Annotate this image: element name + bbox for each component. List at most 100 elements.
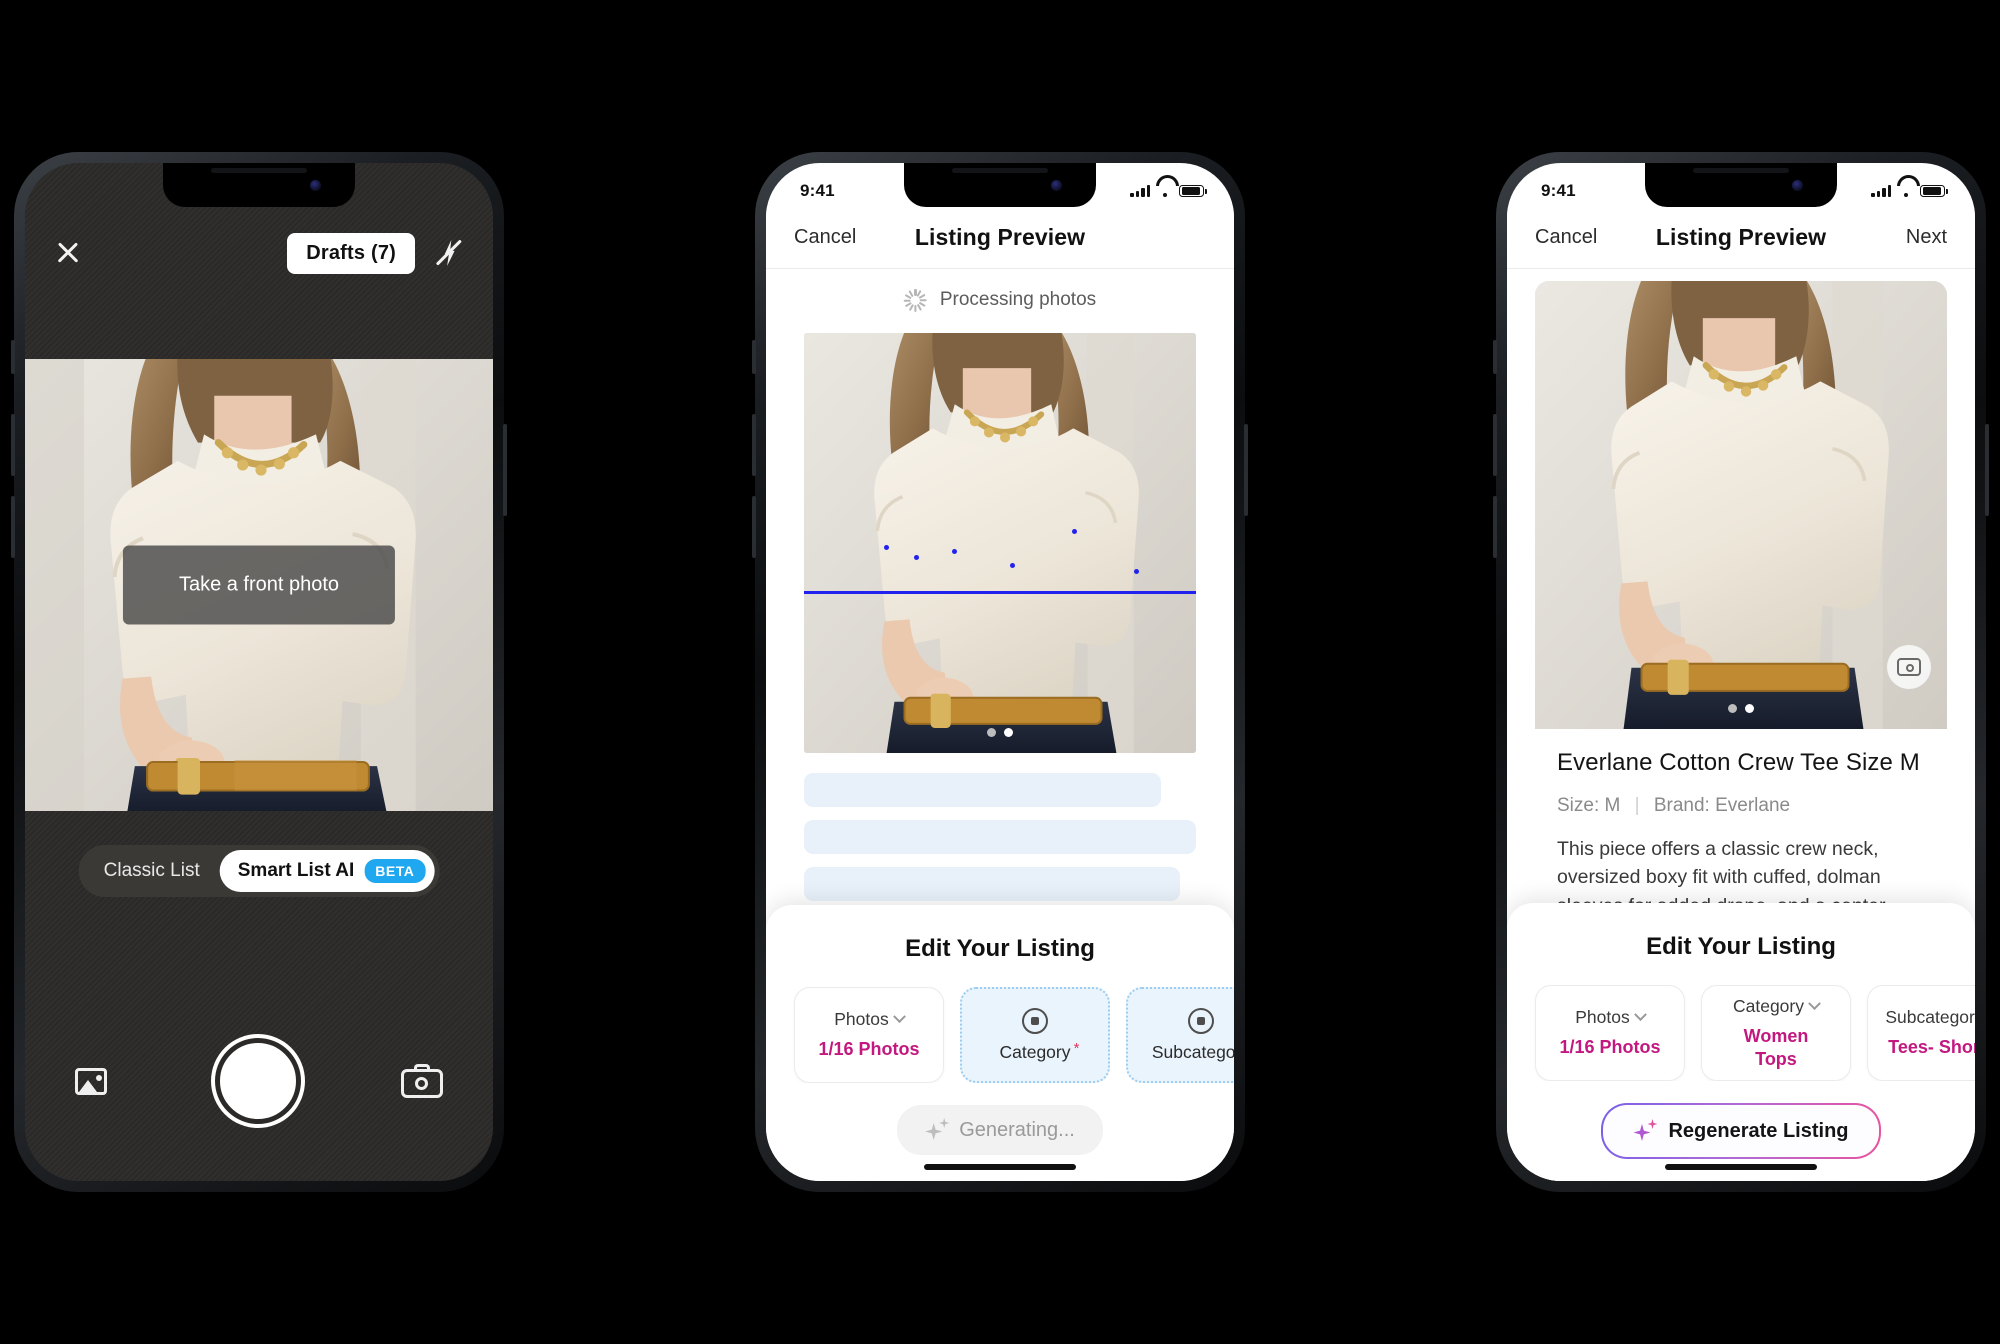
page-title: Listing Preview	[914, 224, 1086, 250]
pagination-dot	[1728, 704, 1737, 713]
next-button[interactable]: Next	[1871, 226, 1947, 249]
sparkle-icon	[925, 1118, 950, 1142]
cancel-button[interactable]: Cancel	[1535, 226, 1611, 249]
ai-scan-point	[952, 549, 957, 554]
add-target-icon	[1022, 1007, 1048, 1034]
ai-scan-point	[1072, 529, 1077, 534]
regenerate-listing-label: Regenerate Listing	[1668, 1119, 1849, 1142]
earpiece-speaker	[1693, 168, 1789, 173]
cancel-button[interactable]: Cancel	[794, 226, 870, 249]
required-asterisk: *	[1073, 1039, 1080, 1057]
gallery-icon[interactable]	[75, 1064, 115, 1098]
sparkle-icon	[1633, 1119, 1658, 1143]
battery-icon	[1179, 184, 1207, 198]
chip-subcategory[interactable]: Subcategory Tees- Short..	[1867, 985, 1975, 1081]
edit-listing-sheet: Edit Your Listing Photos 1/16 Photos Cat…	[1507, 903, 1975, 1181]
photo-pagination-dots[interactable]	[987, 728, 1013, 737]
flash-off-icon[interactable]	[433, 237, 465, 269]
camera-screen: Drafts (7) Take a front photo Classic Li…	[25, 163, 493, 1181]
sheet-title: Edit Your Listing	[905, 935, 1095, 962]
mode-smart-list-ai[interactable]: Smart List AI BETA	[219, 850, 435, 892]
pagination-dot-active	[1745, 704, 1754, 713]
chip-category[interactable]: Category *	[960, 987, 1110, 1083]
take-front-photo-button[interactable]: Take a front photo	[122, 545, 396, 625]
processing-screen: 9:41 Cancel Listing Preview Processing p…	[766, 163, 1234, 1181]
chip-photos[interactable]: Photos 1/16 Photos	[1535, 985, 1685, 1081]
wifi-icon	[1897, 185, 1914, 198]
loading-spinner-icon	[903, 288, 927, 312]
ai-scan-point	[1010, 563, 1015, 568]
chip-category-label: Category	[1733, 996, 1821, 1017]
wifi-icon	[1156, 185, 1173, 198]
mode-classic-list[interactable]: Classic List	[84, 850, 220, 892]
processing-status: Processing photos	[766, 271, 1234, 329]
camera-controls	[25, 1033, 493, 1129]
chip-subcategory-label: Subcategory	[1885, 1007, 1975, 1028]
list-mode-toggle: Classic List Smart List AI BETA	[78, 845, 440, 897]
phone-preview: 9:41 Cancel Listing Preview Next Everlan…	[1493, 152, 1989, 1192]
chevron-down-icon	[892, 1010, 906, 1024]
skeleton-line	[804, 773, 1161, 807]
chip-category-value: Women Tops	[1743, 1026, 1809, 1069]
drafts-button[interactable]: Drafts (7)	[287, 232, 415, 274]
attribute-chip-row[interactable]: Photos 1/16 Photos Category Women Tops S…	[1507, 985, 1975, 1081]
nav-bar: Cancel Listing Preview Next	[1507, 207, 1975, 269]
beta-badge: BETA	[364, 859, 426, 883]
close-x-icon[interactable]	[53, 238, 83, 268]
chip-photos-label: Photos	[1575, 1007, 1647, 1028]
chip-subcategory-label: Subcategory	[1151, 1041, 1234, 1062]
chip-photos-label: Photos	[834, 1009, 906, 1030]
listing-photo[interactable]	[804, 333, 1196, 753]
ai-scan-point	[1134, 569, 1139, 574]
camera-viewfinder[interactable]: Take a front photo	[25, 359, 493, 811]
chip-subcategory-value: Tees- Short..	[1888, 1037, 1975, 1058]
listing-photo-image	[1535, 281, 1947, 729]
attribute-chip-row[interactable]: Photos 1/16 Photos Category * Subcatego	[766, 987, 1234, 1083]
listing-photo-image	[804, 333, 1196, 753]
listing-photo[interactable]	[1535, 281, 1947, 729]
chip-category[interactable]: Category Women Tops	[1701, 985, 1851, 1081]
regenerate-listing-button[interactable]: Regenerate Listing	[1601, 1103, 1880, 1159]
product-title: Everlane Cotton Crew Tee Size M	[1557, 749, 1920, 776]
chip-category-label: Category *	[999, 1039, 1080, 1062]
cellular-signal-icon	[1130, 185, 1150, 197]
chip-photos-value: 1/16 Photos	[818, 1039, 920, 1060]
add-photo-camera-icon[interactable]	[1887, 645, 1931, 689]
chip-subcategory[interactable]: Subcategory	[1126, 987, 1234, 1083]
processing-label: Processing photos	[939, 289, 1097, 310]
sheet-action-row: Generating...	[766, 1105, 1234, 1155]
battery-icon	[1920, 184, 1948, 198]
mode-smart-list-label: Smart List AI	[237, 860, 355, 881]
generating-label: Generating...	[959, 1118, 1075, 1141]
three-phone-mockup: Drafts (7) Take a front photo Classic Li…	[0, 0, 2000, 1344]
status-time: 9:41	[800, 181, 835, 200]
status-time: 9:41	[1541, 181, 1576, 200]
earpiece-speaker	[952, 168, 1048, 173]
pagination-dot	[987, 728, 996, 737]
flip-camera-icon[interactable]	[401, 1064, 443, 1098]
generating-button: Generating...	[897, 1105, 1103, 1155]
shutter-button[interactable]	[215, 1038, 301, 1124]
ai-scan-line	[804, 591, 1196, 594]
phone-camera: Drafts (7) Take a front photo Classic Li…	[11, 152, 507, 1192]
product-size: Size: M	[1557, 795, 1621, 816]
photo-pagination-dots[interactable]	[1728, 704, 1754, 713]
chip-photos[interactable]: Photos 1/16 Photos	[794, 987, 944, 1083]
preview-screen: 9:41 Cancel Listing Preview Next Everlan…	[1507, 163, 1975, 1181]
status-indicators	[1130, 184, 1207, 198]
skeleton-line	[804, 820, 1196, 854]
skeleton-line	[804, 867, 1181, 901]
page-title: Listing Preview	[1655, 224, 1827, 250]
status-indicators	[1871, 184, 1948, 198]
cellular-signal-icon	[1871, 185, 1891, 197]
chevron-down-icon	[1633, 1008, 1647, 1022]
product-meta: Size: M | Brand: Everlane	[1557, 795, 1925, 817]
pagination-dot-active	[1004, 728, 1013, 737]
camera-topbar: Drafts (7)	[25, 207, 493, 299]
nav-bar: Cancel Listing Preview	[766, 207, 1234, 269]
product-brand: Brand: Everlane	[1653, 795, 1791, 816]
ai-scan-point	[884, 545, 889, 550]
ai-scan-point	[914, 555, 919, 560]
add-target-icon	[1188, 1007, 1214, 1034]
edit-listing-sheet: Edit Your Listing Photos 1/16 Photos Cat…	[766, 905, 1234, 1181]
